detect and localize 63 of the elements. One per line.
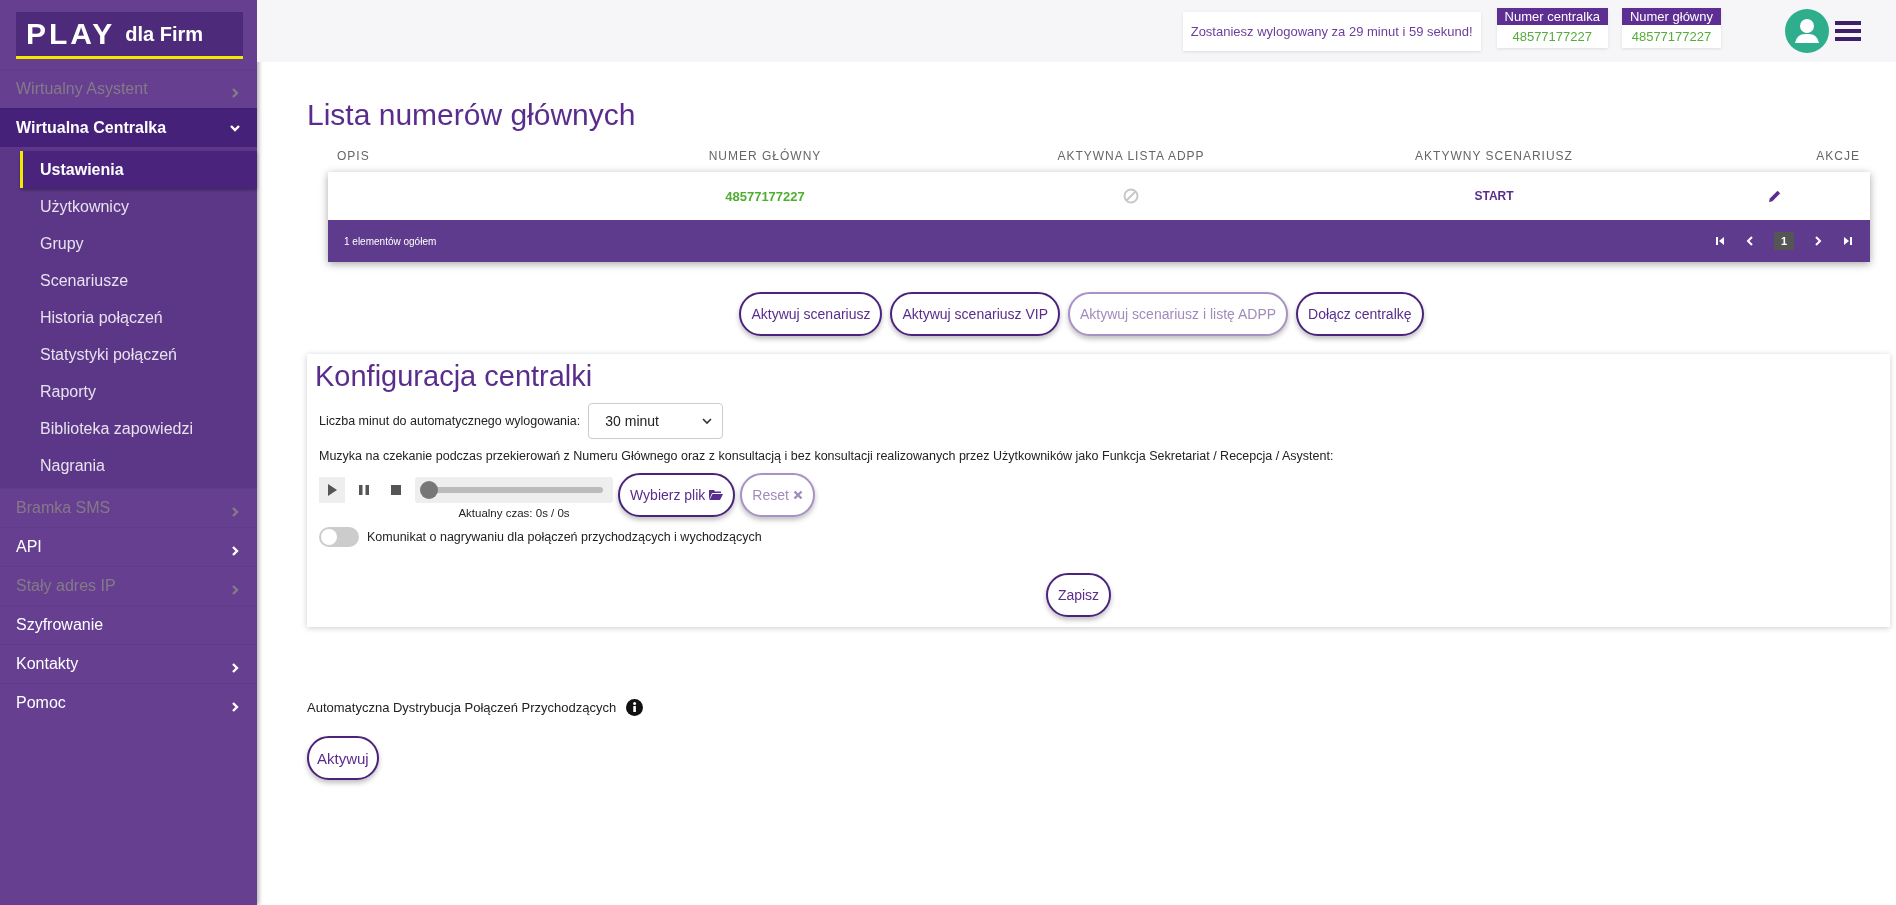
badge-value: 48577177227	[1630, 28, 1713, 46]
folder-icon	[709, 489, 724, 501]
sidebar-item[interactable]: API	[0, 527, 257, 566]
chevron-icon	[229, 584, 241, 596]
column-header: AKTYWNA LISTA ADPP	[1056, 149, 1206, 163]
last-page-icon[interactable]	[1842, 235, 1854, 247]
sidebar-subitem[interactable]: Ustawienia	[20, 151, 257, 188]
chevron-icon	[229, 506, 241, 518]
sidebar-item[interactable]: Wirtualna Centralka	[0, 108, 257, 147]
close-icon	[792, 490, 803, 500]
save-button[interactable]: Zapisz	[1045, 573, 1112, 617]
next-page-icon[interactable]	[1812, 235, 1824, 247]
total-count: 1 elementów ogółem	[344, 235, 437, 247]
activate-button[interactable]: Aktywuj	[307, 736, 379, 780]
field-label: Liczba minut do automatycznego wylogowania:	[319, 414, 581, 428]
column-header: AKCJE	[1815, 149, 1861, 163]
menu-icon[interactable]	[1835, 20, 1861, 42]
table-cell: 48577177227	[725, 188, 805, 204]
session-notice: Zostaniesz wylogowany za 29 minut i 59 sekund!	[1182, 11, 1481, 51]
caret-icon	[702, 417, 713, 425]
sidebar-subitem[interactable]: Grupy	[0, 225, 257, 262]
badge-value: 48577177227	[1511, 28, 1593, 46]
pencil-icon[interactable]	[1768, 189, 1782, 203]
page-number[interactable]: 1	[1773, 232, 1794, 250]
action-button[interactable]: Aktywuj scenariusz VIP	[890, 292, 1060, 336]
feature-label: Automatyczna Dystrybucja Połączeń Przychodzących	[307, 700, 617, 715]
sidebar-subitem[interactable]: Użytkownicy	[0, 188, 257, 225]
seek-slider[interactable]	[420, 481, 438, 499]
sidebar-subitem[interactable]: Historia połączeń	[0, 299, 257, 336]
table-cell: START	[1474, 189, 1514, 203]
sidebar-item[interactable]: Szyfrowanie	[0, 605, 257, 644]
badge-label: Numer centralka	[1496, 8, 1608, 25]
action-button[interactable]: Aktywuj scenariusz	[739, 292, 883, 336]
sidebar-subitem[interactable]: Scenariusze	[0, 262, 257, 299]
toggle-switch[interactable]	[319, 527, 359, 547]
logo: PLAY dla Firm	[16, 12, 243, 59]
avatar-icon[interactable]	[1785, 9, 1829, 53]
chevron-icon	[229, 87, 241, 99]
choose-file-button[interactable]: Wybierz plik	[618, 473, 736, 517]
time-readout: Aktualny czas: 0s / 0s	[458, 507, 570, 519]
info-icon[interactable]	[626, 699, 644, 716]
sidebar-subitem[interactable]: Statystyki połączeń	[0, 336, 257, 373]
page-title: Lista numerów głównych	[307, 98, 637, 132]
action-button[interactable]: Dołącz centralkę	[1296, 292, 1424, 336]
section-title: Konfiguracja centralki	[315, 360, 594, 393]
column-header: AKTYWNY SCENARIUSZ	[1414, 149, 1574, 163]
minutes-dropdown[interactable]: 30 minut	[588, 403, 724, 439]
toggle-label: Komunikat o nagrywaniu dla połączeń przychodzących i wychodzących	[367, 530, 762, 544]
column-header: OPIS	[336, 149, 371, 163]
sidebar-item[interactable]: Kontakty	[0, 644, 257, 683]
sidebar-subitem[interactable]: Nagrania	[0, 447, 257, 484]
sidebar-item[interactable]: Pomoc	[0, 683, 257, 722]
chevron-icon	[229, 701, 241, 713]
music-description: Muzyka na czekanie podczas przekierowań z Numeru Głównego oraz z konsultacją i bez konsultacji realizowanych przez Użytkowników jako Funkcja Sekretariat / Recepcja / Asystent:	[319, 449, 1335, 463]
first-page-icon[interactable]	[1713, 235, 1726, 247]
chevron-icon	[229, 662, 241, 674]
sidebar-subitem[interactable]: Biblioteka zapowiedzi	[0, 410, 257, 447]
chevron-icon	[229, 545, 241, 557]
badge-label: Numer główny	[1621, 8, 1721, 25]
column-header: NUMER GŁÓWNY	[707, 149, 823, 163]
sidebar-subitem[interactable]: Raporty	[0, 373, 257, 410]
chevron-icon	[229, 122, 241, 134]
play-icon[interactable]	[319, 477, 345, 503]
